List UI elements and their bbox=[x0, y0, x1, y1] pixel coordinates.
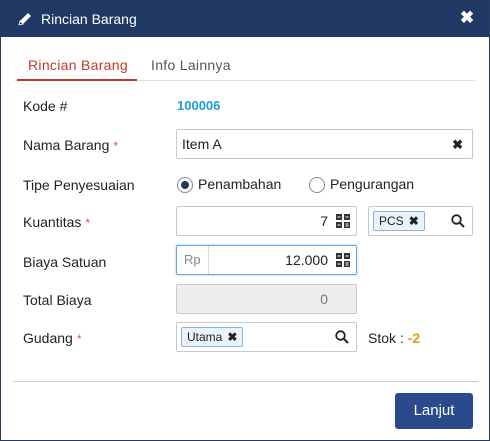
unit-select[interactable]: PCS ✖ bbox=[368, 206, 473, 236]
stok-label: Stok : bbox=[368, 330, 404, 346]
nama-barang-value: Item A bbox=[182, 136, 222, 152]
dialog-title: Rincian Barang bbox=[41, 11, 137, 27]
currency-prefix: Rp bbox=[177, 246, 209, 274]
stok-indicator: Stok : -2 bbox=[368, 330, 420, 346]
active-tab-indicator bbox=[17, 79, 137, 81]
biaya-satuan-label: Biaya Satuan bbox=[23, 254, 107, 270]
radio-pengurangan[interactable] bbox=[309, 177, 325, 193]
gudang-tag-label: Utama bbox=[187, 330, 223, 344]
tab-bar: Rincian Barang Info Lainnya bbox=[15, 51, 475, 81]
nama-barang-label-text: Nama Barang bbox=[23, 137, 110, 153]
calculator-icon[interactable] bbox=[336, 253, 350, 267]
kuantitas-label: Kuantitas * bbox=[23, 214, 90, 230]
remove-gudang-icon[interactable]: ✖ bbox=[227, 330, 237, 344]
radio-pengurangan-label[interactable]: Pengurangan bbox=[330, 176, 414, 192]
total-biaya-input: 0 bbox=[176, 284, 357, 314]
total-biaya-label: Total Biaya bbox=[23, 292, 92, 308]
nama-barang-input[interactable]: Item A ✖ bbox=[176, 129, 473, 159]
calculator-icon[interactable] bbox=[336, 214, 350, 228]
footer-divider bbox=[13, 381, 479, 382]
kuantitas-value: 7 bbox=[320, 213, 328, 229]
gudang-label-text: Gudang bbox=[23, 330, 73, 346]
search-icon[interactable] bbox=[335, 330, 349, 344]
close-icon[interactable]: ✖ bbox=[459, 9, 475, 26]
required-mark: * bbox=[76, 332, 82, 346]
pencil-icon bbox=[17, 11, 33, 27]
gudang-label: Gudang * bbox=[23, 330, 82, 346]
tab-rincian-barang[interactable]: Rincian Barang bbox=[28, 57, 128, 73]
unit-tag-label: PCS bbox=[379, 214, 404, 228]
required-mark: * bbox=[85, 216, 91, 230]
tab-info-lainnya[interactable]: Info Lainnya bbox=[151, 57, 231, 73]
kuantitas-input[interactable]: 7 bbox=[176, 206, 357, 236]
nama-barang-label: Nama Barang * bbox=[23, 137, 118, 153]
gudang-tag: Utama ✖ bbox=[181, 327, 244, 347]
dialog-titlebar: Rincian Barang ✖ bbox=[1, 1, 489, 37]
biaya-satuan-value: 12.000 bbox=[285, 252, 328, 268]
rincian-barang-dialog: Rincian Barang ✖ Rincian Barang Info Lai… bbox=[0, 0, 490, 441]
gudang-select[interactable]: Utama ✖ bbox=[176, 322, 357, 352]
radio-penambahan-label[interactable]: Penambahan bbox=[198, 176, 281, 192]
kuantitas-label-text: Kuantitas bbox=[23, 214, 82, 230]
total-biaya-value: 0 bbox=[320, 291, 328, 307]
required-mark: * bbox=[113, 139, 119, 153]
unit-tag: PCS ✖ bbox=[373, 211, 425, 231]
lanjut-button[interactable]: Lanjut bbox=[395, 393, 473, 429]
stok-value: -2 bbox=[407, 330, 421, 346]
radio-penambahan[interactable] bbox=[177, 177, 193, 193]
tipe-penyesuaian-label: Tipe Penyesuaian bbox=[23, 177, 135, 193]
kode-label: Kode # bbox=[23, 98, 68, 114]
clear-icon[interactable]: ✖ bbox=[452, 137, 463, 153]
search-icon[interactable] bbox=[451, 214, 465, 228]
kode-value[interactable]: 100006 bbox=[177, 98, 220, 113]
biaya-satuan-input[interactable]: Rp 12.000 bbox=[176, 245, 357, 275]
remove-unit-icon[interactable]: ✖ bbox=[409, 214, 419, 228]
